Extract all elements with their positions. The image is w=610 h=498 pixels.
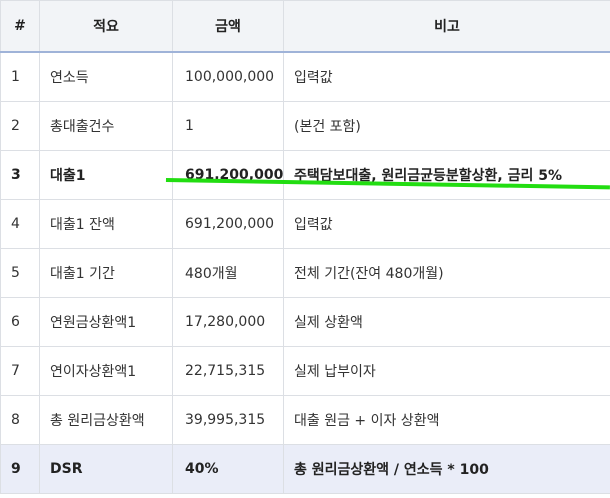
row-item: DSR bbox=[39, 443, 173, 494]
table-row: 4 대출1 잔액 691,200,000 입력값 bbox=[0, 198, 610, 249]
row-item: 대출1 잔액 bbox=[39, 198, 173, 249]
row-number: 1 bbox=[0, 51, 40, 102]
row-amount: 22,715,315 bbox=[172, 345, 284, 396]
table-body: 1 연소득 100,000,000 입력값 2 총대출건수 1 (본건 포함) … bbox=[0, 51, 610, 494]
row-number: 8 bbox=[0, 394, 40, 445]
row-amount: 691,200,000 bbox=[172, 149, 284, 200]
table-row: 2 총대출건수 1 (본건 포함) bbox=[0, 100, 610, 151]
row-number: 6 bbox=[0, 296, 40, 347]
table-row-loan1: 3 대출1 691,200,000 주택담보대출, 원리금균등분할상환, 금리 … bbox=[0, 149, 610, 200]
row-note: 대출 원금 + 이자 상환액 bbox=[283, 394, 610, 445]
row-amount: 17,280,000 bbox=[172, 296, 284, 347]
table-row: 5 대출1 기간 480개월 전체 기간(잔여 480개월) bbox=[0, 247, 610, 298]
row-amount: 691,200,000 bbox=[172, 198, 284, 249]
row-number: 3 bbox=[0, 149, 40, 200]
row-number: 2 bbox=[0, 100, 40, 151]
row-note: 입력값 bbox=[283, 51, 610, 102]
row-amount: 39,995,315 bbox=[172, 394, 284, 445]
table-row: 8 총 원리금상환액 39,995,315 대출 원금 + 이자 상환액 bbox=[0, 394, 610, 445]
table-row: 7 연이자상환액1 22,715,315 실제 납부이자 bbox=[0, 345, 610, 396]
row-number: 4 bbox=[0, 198, 40, 249]
row-number: 5 bbox=[0, 247, 40, 298]
header-amount: 금액 bbox=[172, 0, 284, 53]
row-item: 연원금상환액1 bbox=[39, 296, 173, 347]
table-row: 6 연원금상환액1 17,280,000 실제 상환액 bbox=[0, 296, 610, 347]
header-item: 적요 bbox=[39, 0, 173, 53]
row-amount: 100,000,000 bbox=[172, 51, 284, 102]
row-amount: 40% bbox=[172, 443, 284, 494]
row-item: 연이자상환액1 bbox=[39, 345, 173, 396]
row-note: 실제 상환액 bbox=[283, 296, 610, 347]
row-item: 대출1 기간 bbox=[39, 247, 173, 298]
row-amount: 480개월 bbox=[172, 247, 284, 298]
header-number: # bbox=[0, 0, 40, 53]
dsr-calculation-table: # 적요 금액 비고 1 연소득 100,000,000 입력값 2 총대출건수… bbox=[0, 0, 610, 494]
row-note: 주택담보대출, 원리금균등분할상환, 금리 5% bbox=[283, 149, 610, 200]
table-header: # 적요 금액 비고 bbox=[0, 0, 610, 53]
header-note: 비고 bbox=[283, 0, 610, 53]
row-note: 입력값 bbox=[283, 198, 610, 249]
row-number: 9 bbox=[0, 443, 40, 494]
row-note: 실제 납부이자 bbox=[283, 345, 610, 396]
row-amount: 1 bbox=[172, 100, 284, 151]
row-note: 총 원리금상환액 / 연소득 * 100 bbox=[283, 443, 610, 494]
table-row: 1 연소득 100,000,000 입력값 bbox=[0, 51, 610, 102]
row-item: 총 원리금상환액 bbox=[39, 394, 173, 445]
table-row-dsr: 9 DSR 40% 총 원리금상환액 / 연소득 * 100 bbox=[0, 443, 610, 494]
row-item: 연소득 bbox=[39, 51, 173, 102]
row-note: (본건 포함) bbox=[283, 100, 610, 151]
row-item: 대출1 bbox=[39, 149, 173, 200]
row-number: 7 bbox=[0, 345, 40, 396]
header-row: # 적요 금액 비고 bbox=[0, 0, 610, 53]
row-note: 전체 기간(잔여 480개월) bbox=[283, 247, 610, 298]
row-item: 총대출건수 bbox=[39, 100, 173, 151]
